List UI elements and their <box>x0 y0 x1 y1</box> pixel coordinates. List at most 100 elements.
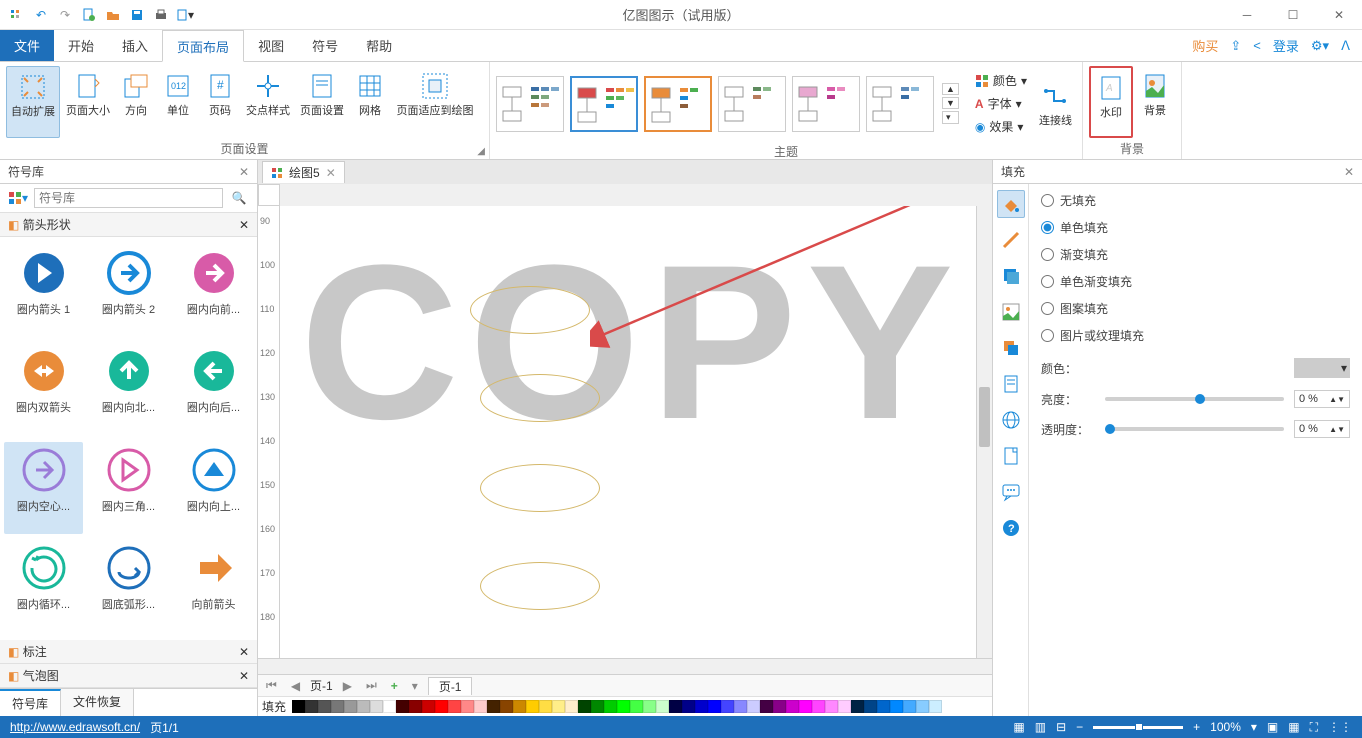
collapse-ribbon-icon[interactable]: ᐱ <box>1341 38 1350 54</box>
color-swatch[interactable] <box>565 700 578 713</box>
units-button[interactable]: 012单位 <box>158 66 198 138</box>
color-swatch[interactable] <box>344 700 357 713</box>
color-swatch[interactable] <box>292 700 305 713</box>
document-tab[interactable]: 绘图5 ✕ <box>262 161 345 183</box>
tab-symbol-library[interactable]: 符号库 <box>0 689 61 716</box>
maximize-button[interactable]: ☐ <box>1270 0 1316 30</box>
color-swatch[interactable] <box>552 700 565 713</box>
color-swatch[interactable] <box>773 700 786 713</box>
close-symbol-library[interactable]: ✕ <box>239 165 249 179</box>
doc-tool-icon[interactable] <box>997 442 1025 470</box>
shape-item[interactable]: 圈内箭头 2 <box>89 245 168 337</box>
page-last[interactable]: ⏭ <box>362 678 381 693</box>
color-swatch[interactable] <box>539 700 552 713</box>
buy-link[interactable]: 购买 <box>1192 36 1218 55</box>
page-prev[interactable]: ◀ <box>287 679 304 693</box>
tab-insert[interactable]: 插入 <box>108 30 162 61</box>
orientation-button[interactable]: 方向 <box>116 66 156 138</box>
open-icon[interactable] <box>104 6 122 24</box>
status-url[interactable]: http://www.edrawsoft.cn/ <box>10 720 140 734</box>
shape-item[interactable]: 圈内向前... <box>174 245 253 337</box>
theme-gallery[interactable]: ▲ ▼ ▾ <box>496 76 959 132</box>
shadow-tool-icon[interactable] <box>997 262 1025 290</box>
color-swatch[interactable] <box>604 700 617 713</box>
login-link[interactable]: 登录 <box>1273 36 1299 55</box>
theme-item-1[interactable] <box>496 76 564 132</box>
fill-tool-icon[interactable] <box>997 190 1025 218</box>
color-swatch[interactable] <box>461 700 474 713</box>
color-picker-button[interactable]: ▾ <box>1294 358 1350 378</box>
fill-solid-option[interactable]: 单色填充 <box>1041 219 1350 236</box>
redo-icon[interactable]: ↷ <box>56 6 74 24</box>
color-swatch[interactable] <box>929 700 942 713</box>
color-swatch[interactable] <box>630 700 643 713</box>
color-swatch[interactable] <box>669 700 682 713</box>
undo-icon[interactable]: ↶ <box>32 6 50 24</box>
color-swatch[interactable] <box>786 700 799 713</box>
color-swatch[interactable] <box>721 700 734 713</box>
close-document-icon[interactable]: ✕ <box>326 166 336 180</box>
shape-item[interactable]: 圈内双箭头 <box>4 343 83 435</box>
search-icon[interactable]: 🔍 <box>227 188 251 208</box>
shape-item[interactable]: 圈内向北... <box>89 343 168 435</box>
qat-menu-icon[interactable] <box>8 6 26 24</box>
color-swatch[interactable] <box>864 700 877 713</box>
share-icon[interactable]: ⇪ <box>1230 38 1241 54</box>
fit-width-icon[interactable]: ▣ <box>1267 720 1278 734</box>
theme-item-2[interactable] <box>570 76 638 132</box>
tab-file-recovery[interactable]: 文件恢复 <box>61 689 134 716</box>
zoom-in[interactable]: + <box>1193 720 1200 734</box>
shape-item[interactable]: 圆底弧形... <box>89 540 168 632</box>
tab-page-layout[interactable]: 页面布局 <box>162 30 244 62</box>
grid-button[interactable]: 网格 <box>350 66 390 138</box>
tab-view[interactable]: 视图 <box>244 30 298 61</box>
page-setup-button[interactable]: 页面设置 <box>296 66 348 138</box>
auto-expand-button[interactable]: 自动扩展 <box>6 66 60 138</box>
comment-tool-icon[interactable] <box>997 478 1025 506</box>
search-input[interactable] <box>34 188 223 208</box>
color-swatch[interactable] <box>370 700 383 713</box>
fill-pattern-option[interactable]: 图案填充 <box>1041 300 1350 317</box>
watermark-button[interactable]: A水印 <box>1089 66 1133 138</box>
save-icon[interactable] <box>128 6 146 24</box>
background-button[interactable]: 背景 <box>1135 66 1175 138</box>
color-swatch[interactable] <box>513 700 526 713</box>
page-size-button[interactable]: 页面大小 <box>62 66 114 138</box>
fit-to-drawing-button[interactable]: 页面适应到绘图 <box>392 66 478 138</box>
zoom-slider[interactable] <box>1093 726 1183 729</box>
color-swatch[interactable] <box>734 700 747 713</box>
color-swatch[interactable] <box>825 700 838 713</box>
color-swatch[interactable] <box>643 700 656 713</box>
color-swatch[interactable] <box>318 700 331 713</box>
section-callouts[interactable]: ◧ 标注 ✕ <box>0 640 257 664</box>
ellipse-shape[interactable] <box>480 562 600 610</box>
zoom-out[interactable]: − <box>1076 720 1083 734</box>
new-icon[interactable] <box>80 6 98 24</box>
shape-item[interactable]: 圈内空心... <box>4 442 83 534</box>
tab-home[interactable]: 开始 <box>54 30 108 61</box>
color-swatch[interactable] <box>474 700 487 713</box>
color-swatch[interactable] <box>708 700 721 713</box>
horizontal-scrollbar[interactable] <box>258 658 992 674</box>
color-swatch[interactable] <box>656 700 669 713</box>
fill-none-option[interactable]: 无填充 <box>1041 192 1350 209</box>
help-tool-icon[interactable]: ? <box>997 514 1025 542</box>
shape-item[interactable]: 圈内向上... <box>174 442 253 534</box>
export-icon[interactable]: ▾ <box>176 6 194 24</box>
ellipse-shape[interactable] <box>470 286 590 334</box>
color-swatch[interactable] <box>357 700 370 713</box>
view-reading-icon[interactable]: ⊟ <box>1056 720 1066 734</box>
view-normal-icon[interactable]: ▦ <box>1013 720 1024 734</box>
fit-page-icon[interactable]: ▦ <box>1288 720 1299 734</box>
fill-gradient-option[interactable]: 渐变填充 <box>1041 246 1350 263</box>
page-next[interactable]: ▶ <box>339 679 356 693</box>
file-menu[interactable]: 文件 <box>0 30 54 61</box>
add-page[interactable]: + <box>387 679 402 693</box>
color-swatch[interactable] <box>695 700 708 713</box>
color-swatch[interactable] <box>422 700 435 713</box>
color-swatch[interactable] <box>578 700 591 713</box>
color-swatch[interactable] <box>617 700 630 713</box>
color-swatch[interactable] <box>747 700 760 713</box>
shape-item[interactable]: 圈内向后... <box>174 343 253 435</box>
shape-item[interactable]: 向前箭头 <box>174 540 253 632</box>
